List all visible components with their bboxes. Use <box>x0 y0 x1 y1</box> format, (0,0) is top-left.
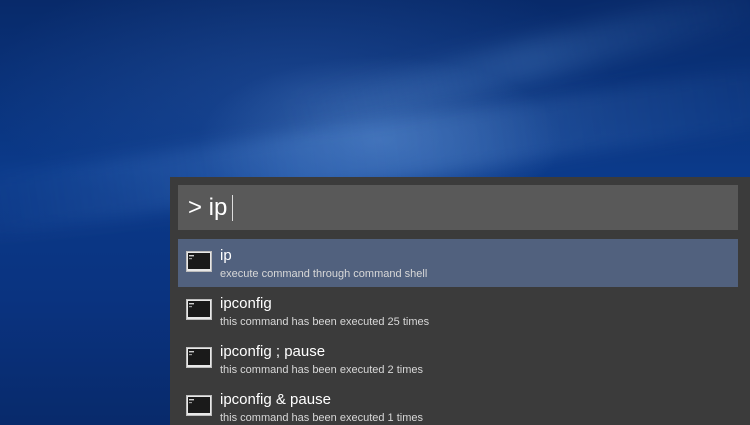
result-title: ipconfig & pause <box>220 391 331 408</box>
result-subtitle: this command has been executed 1 times <box>220 412 424 424</box>
text-caret <box>232 195 233 221</box>
terminal-icon <box>186 347 212 368</box>
terminal-icon <box>186 395 212 416</box>
launcher-panel: ip execute command through command shell… <box>170 177 750 425</box>
result-title: ip <box>220 247 232 264</box>
result-item[interactable]: ipconfig & pause this command has been e… <box>178 383 738 425</box>
result-subtitle: execute command through command shell <box>220 268 428 280</box>
result-subtitle: this command has been executed 25 times <box>220 316 430 328</box>
query-bar[interactable] <box>178 185 738 230</box>
query-input[interactable] <box>188 193 708 222</box>
results-list: ip execute command through command shell… <box>178 239 738 425</box>
result-title: ipconfig <box>220 295 272 312</box>
result-item[interactable]: ipconfig this command has been executed … <box>178 287 738 335</box>
terminal-icon <box>186 299 212 320</box>
result-item[interactable]: ip execute command through command shell <box>178 239 738 287</box>
result-subtitle: this command has been executed 2 times <box>220 364 424 376</box>
terminal-icon <box>186 251 212 272</box>
result-item[interactable]: ipconfig ; pause this command has been e… <box>178 335 738 383</box>
result-title: ipconfig ; pause <box>220 343 326 360</box>
